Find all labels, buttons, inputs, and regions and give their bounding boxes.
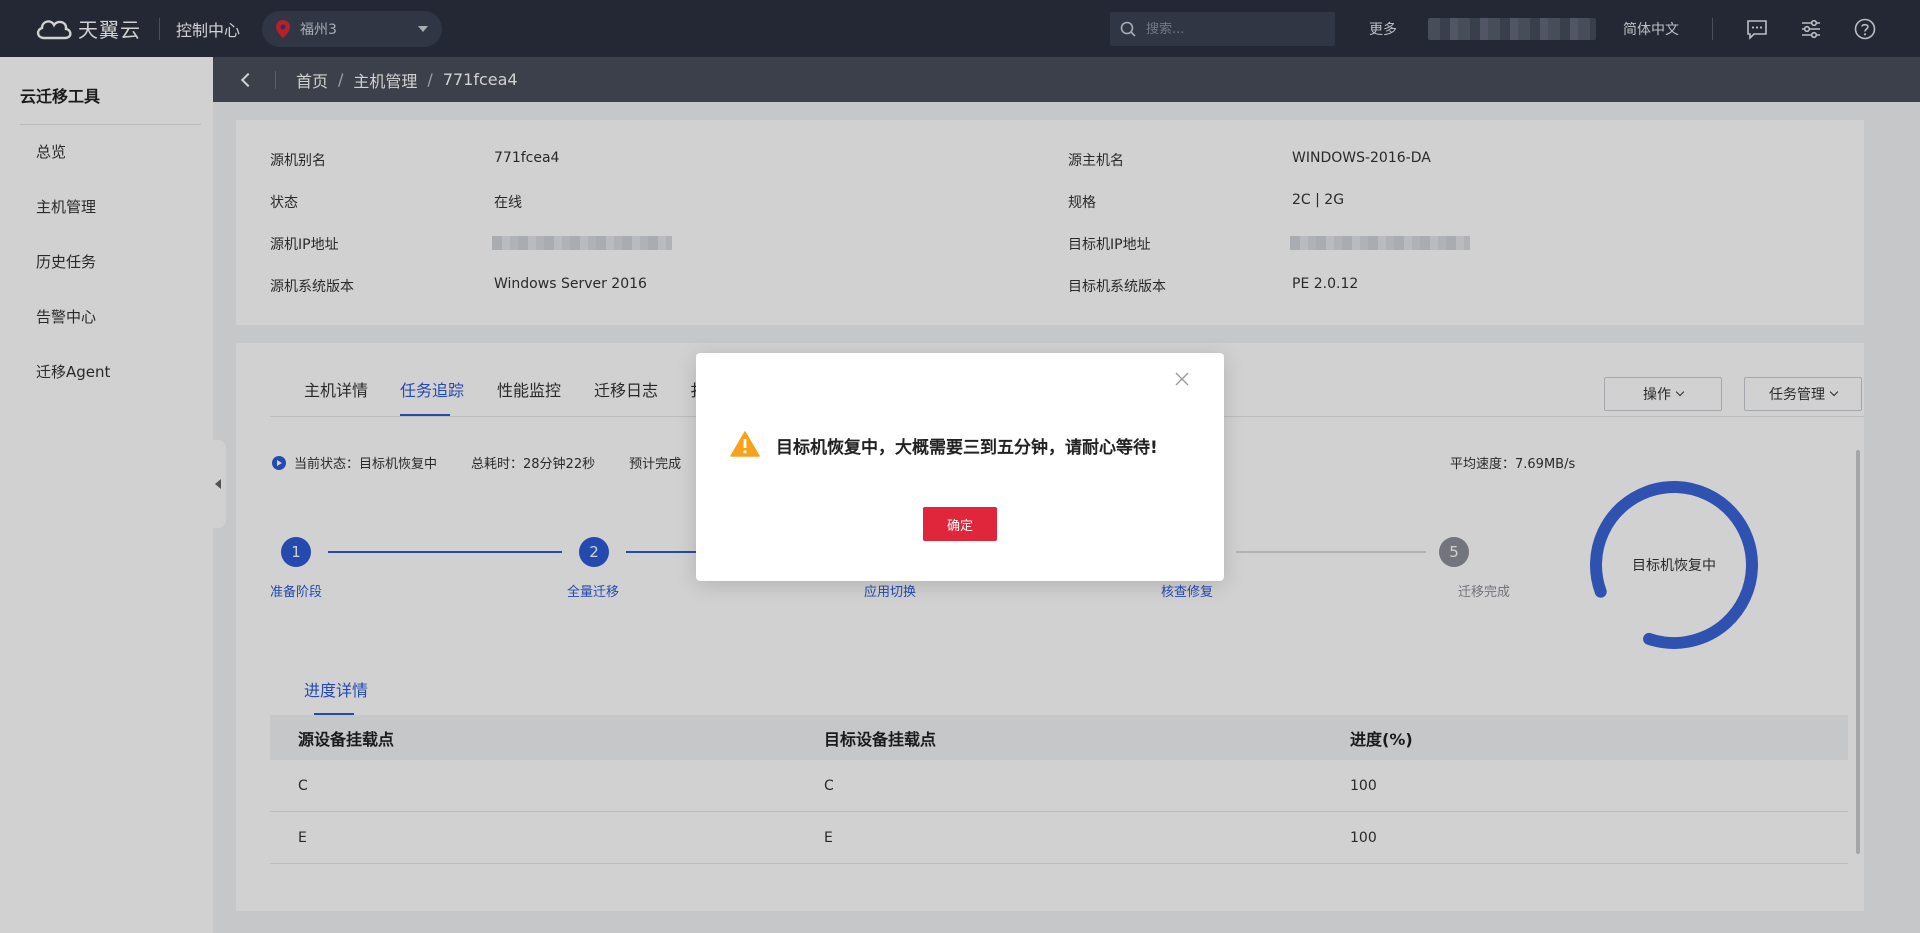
dialog-message: 目标机恢复中，大概需要三到五分钟，请耐心等待! (776, 438, 1158, 458)
confirm-button[interactable]: 确定 (923, 507, 997, 541)
notice-dialog: 目标机恢复中，大概需要三到五分钟，请耐心等待! 确定 (696, 353, 1224, 581)
warning-icon (730, 431, 760, 457)
close-icon[interactable] (1174, 371, 1190, 387)
